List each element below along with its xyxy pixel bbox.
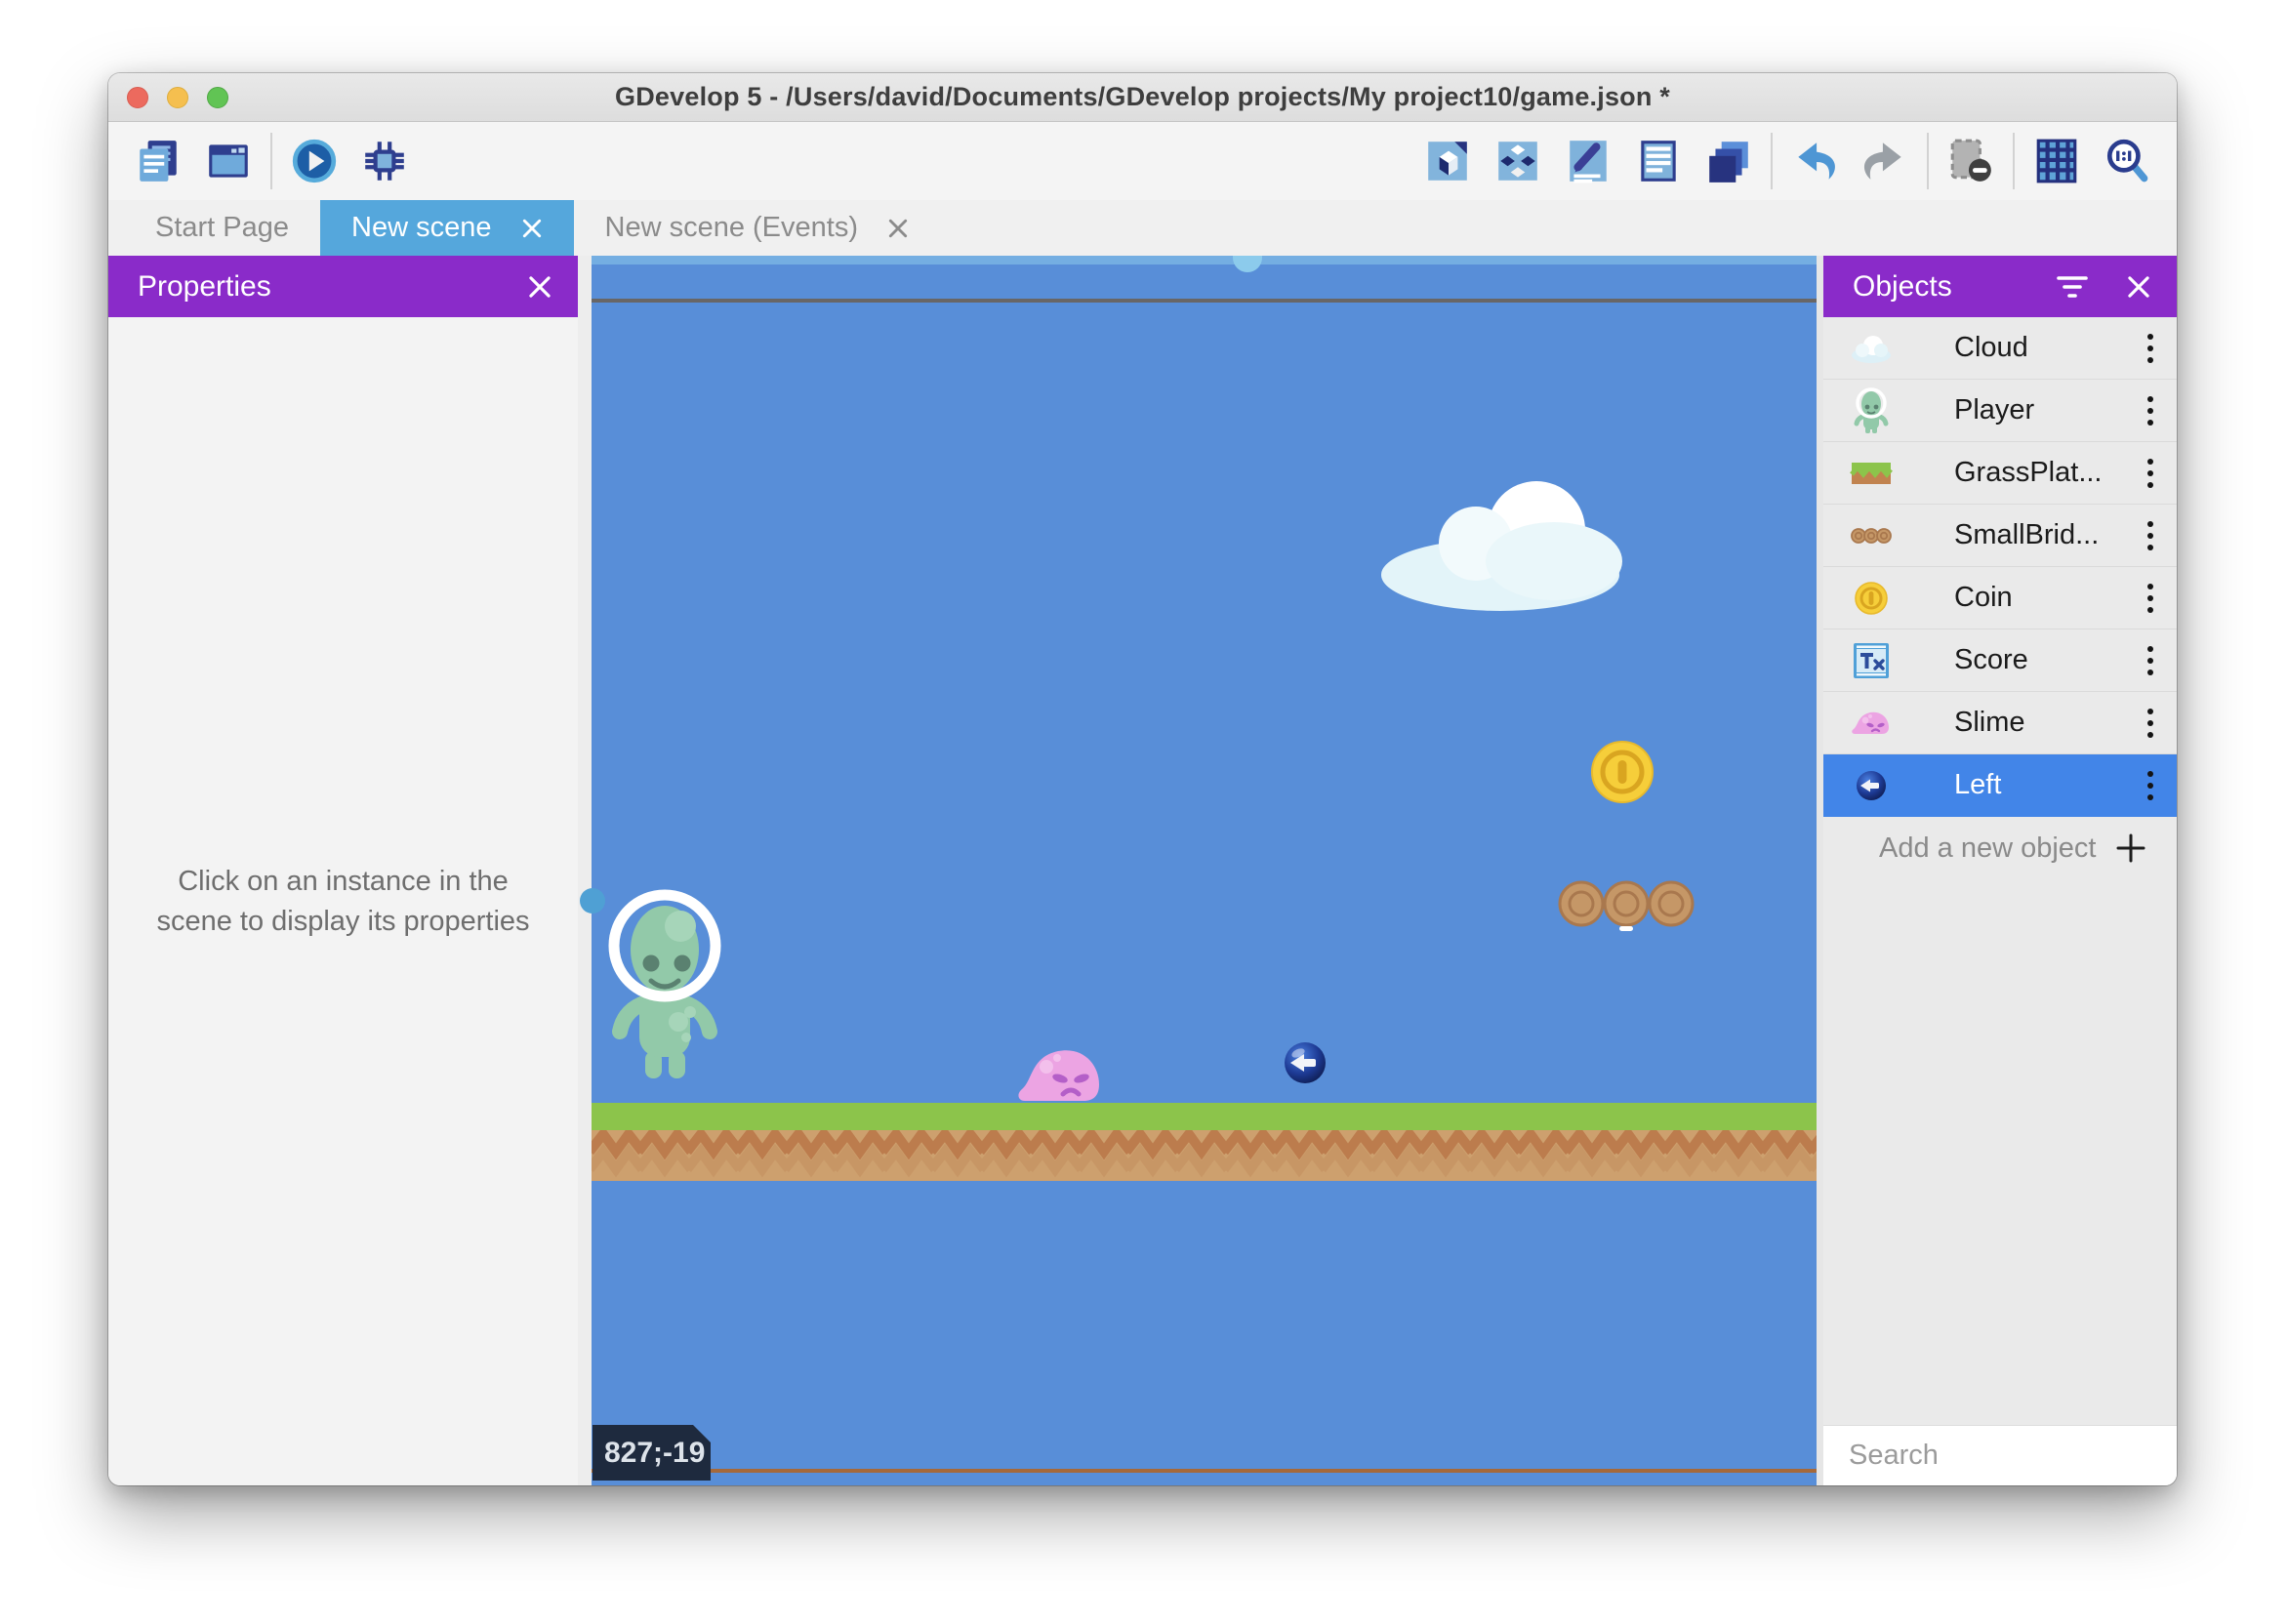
- tab-start-page[interactable]: Start Page: [124, 200, 320, 256]
- toolbar-separator: [2013, 133, 2015, 189]
- objects-panel-empty-area: [1823, 879, 2177, 1425]
- coin-object-icon: [1849, 575, 1894, 622]
- object-row-slime[interactable]: Slime: [1823, 692, 2177, 754]
- gdevelop-window: GDevelop 5 - /Users/david/Documents/GDev…: [108, 73, 2177, 1485]
- object-menu-icon[interactable]: [2147, 768, 2153, 803]
- toolbar-separator: [1927, 133, 1929, 189]
- object-menu-icon[interactable]: [2147, 331, 2153, 366]
- small-bridge-object-icon: [1849, 512, 1894, 559]
- object-label: GrassPlat...: [1954, 457, 2147, 489]
- main-toolbar: [108, 122, 2177, 200]
- object-menu-icon[interactable]: [2147, 581, 2153, 616]
- tab-new-scene-events[interactable]: New scene (Events): [574, 200, 941, 256]
- object-row-smallbridge[interactable]: SmallBrid...: [1823, 505, 2177, 567]
- close-tab-icon[interactable]: [887, 218, 909, 239]
- coin-instance[interactable]: [1590, 740, 1655, 804]
- object-label: Slime: [1954, 707, 2147, 739]
- add-new-object-button[interactable]: Add a new object: [1823, 817, 2177, 879]
- redo-icon[interactable]: [1860, 137, 1909, 185]
- undo-icon[interactable]: [1790, 137, 1839, 185]
- add-object-icon[interactable]: [1423, 137, 1472, 185]
- titlebar: GDevelop 5 - /Users/david/Documents/GDev…: [108, 73, 2177, 122]
- cloud-object-icon: [1849, 325, 1894, 372]
- object-label: Player: [1954, 394, 2147, 426]
- edit-scene-icon[interactable]: [1564, 137, 1613, 185]
- score-text-object-icon: [1849, 637, 1894, 684]
- small-bridge-instance[interactable]: [1556, 880, 1696, 931]
- resize-dot-icon[interactable]: [580, 888, 605, 914]
- objects-panel-title: Objects: [1853, 270, 1952, 304]
- scene-top-strip: [592, 256, 1817, 264]
- left-button-instance[interactable]: [1284, 1041, 1327, 1084]
- grass-platform-object-icon: [1849, 450, 1894, 497]
- play-icon[interactable]: [290, 137, 339, 185]
- object-label: Score: [1954, 644, 2147, 676]
- object-label: Coin: [1954, 582, 2147, 614]
- scene-window-icon[interactable]: [204, 137, 253, 185]
- objects-panel: Objects Cloud Player: [1823, 256, 2177, 1485]
- mask-toggle-icon[interactable]: [1946, 137, 1995, 185]
- scene-border-line-top: [592, 299, 1817, 303]
- objects-search: [1823, 1425, 2177, 1485]
- cursor-coordinates: 827;-19: [592, 1425, 711, 1481]
- grid-icon[interactable]: [2032, 137, 2081, 185]
- tab-new-scene[interactable]: New scene: [320, 200, 573, 256]
- tab-label: New scene: [351, 212, 491, 244]
- left-button-object-icon: [1849, 762, 1894, 809]
- player-object-icon: [1849, 387, 1894, 434]
- object-menu-icon[interactable]: [2147, 706, 2153, 741]
- layers-icon[interactable]: [1704, 137, 1753, 185]
- tab-label: Start Page: [155, 212, 289, 244]
- zoom-1-1-icon[interactable]: [2103, 137, 2151, 185]
- object-row-player[interactable]: Player: [1823, 380, 2177, 442]
- project-manager-icon[interactable]: [134, 137, 183, 185]
- scene-canvas[interactable]: 827;-19: [592, 256, 1817, 1485]
- object-menu-icon[interactable]: [2147, 643, 2153, 678]
- properties-panel-title: Properties: [138, 270, 271, 304]
- cloud-instance[interactable]: [1378, 473, 1629, 612]
- object-label: Left: [1954, 769, 2147, 801]
- panel-gutter: [1817, 256, 1823, 1485]
- player-instance[interactable]: [596, 870, 733, 1079]
- slime-instance[interactable]: [1017, 1039, 1105, 1103]
- properties-empty-message: Click on an instance in the scene to dis…: [143, 862, 544, 941]
- close-tab-icon[interactable]: [521, 218, 543, 239]
- window-title: GDevelop 5 - /Users/david/Documents/GDev…: [108, 82, 2177, 112]
- object-menu-icon[interactable]: [2147, 518, 2153, 553]
- object-menu-icon[interactable]: [2147, 393, 2153, 428]
- search-input[interactable]: [1823, 1440, 2177, 1472]
- close-panel-icon[interactable]: [527, 274, 552, 300]
- scene-properties-icon[interactable]: [1634, 137, 1683, 185]
- object-label: Cloud: [1954, 332, 2147, 364]
- objects-list-icon[interactable]: [1493, 137, 1542, 185]
- panel-resize-handle[interactable]: [578, 256, 592, 1485]
- filter-icon[interactable]: [2056, 274, 2089, 300]
- properties-panel: Properties Click on an instance in the s…: [108, 256, 578, 1485]
- object-row-left[interactable]: Left: [1823, 754, 2177, 817]
- object-row-score[interactable]: Score: [1823, 629, 2177, 692]
- object-menu-icon[interactable]: [2147, 456, 2153, 491]
- add-new-object-label: Add a new object: [1879, 832, 2114, 865]
- object-row-coin[interactable]: Coin: [1823, 567, 2177, 629]
- scene-border-line-bottom: [592, 1469, 1817, 1473]
- debug-icon[interactable]: [360, 137, 409, 185]
- object-row-grassplatform[interactable]: GrassPlat...: [1823, 442, 2177, 505]
- tab-bar: Start Page New scene New scene (Events): [108, 200, 2177, 256]
- toolbar-separator: [1771, 133, 1773, 189]
- tab-label: New scene (Events): [605, 212, 859, 244]
- object-row-cloud[interactable]: Cloud: [1823, 317, 2177, 380]
- grass-platform-instance[interactable]: [592, 1103, 1817, 1181]
- plus-icon: [2114, 832, 2147, 865]
- close-panel-icon[interactable]: [2126, 274, 2151, 300]
- slime-object-icon: [1849, 700, 1894, 747]
- scene-handle-icon[interactable]: [1233, 256, 1262, 272]
- object-label: SmallBrid...: [1954, 519, 2147, 551]
- toolbar-separator: [270, 133, 272, 189]
